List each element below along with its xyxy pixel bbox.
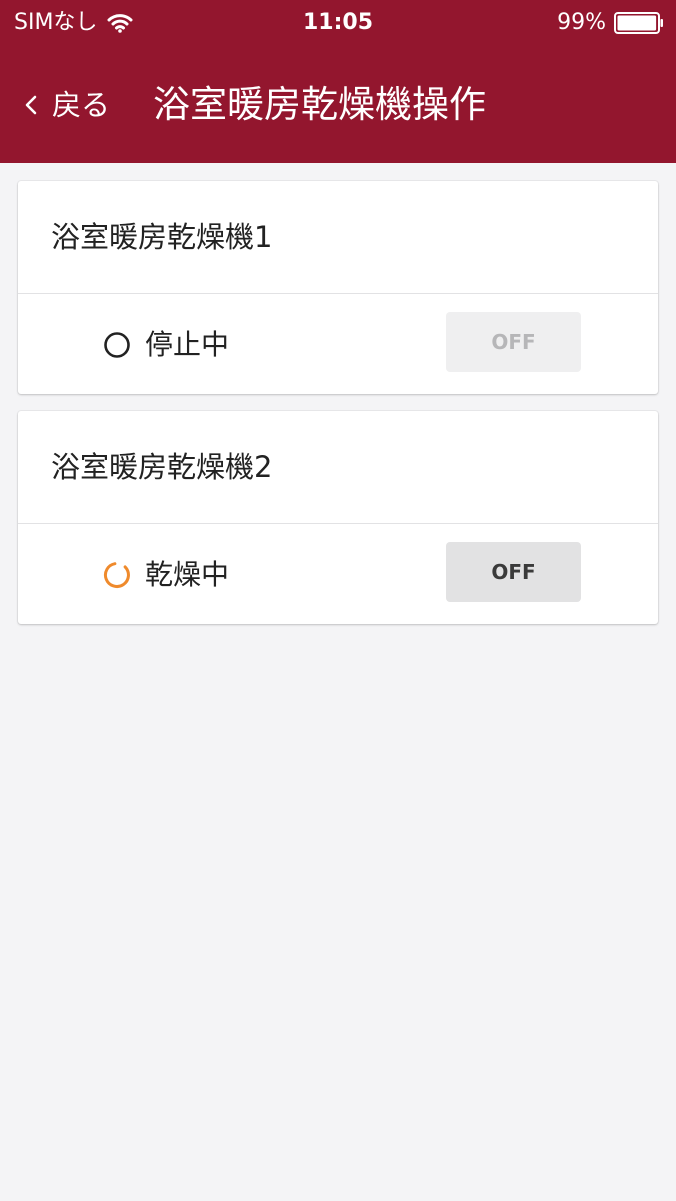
- spinner-icon: [103, 562, 130, 588]
- card-divider: [18, 293, 658, 294]
- chevron-left-icon: [25, 95, 37, 115]
- back-button[interactable]: 戻る: [24, 82, 110, 128]
- device-status: 乾燥中: [102, 555, 229, 595]
- off-button[interactable]: OFF: [446, 542, 581, 602]
- app-header: SIMなし 11:05 99% 戻る 浴室暖房乾燥機操作: [0, 0, 676, 163]
- device-status-label: 停止中: [145, 328, 230, 361]
- page-title: 浴室暖房乾燥機操作: [153, 83, 486, 126]
- circle-outline-icon: [104, 332, 130, 358]
- battery-icon: [614, 12, 663, 34]
- status-bar: SIMなし 11:05 99%: [0, 0, 676, 46]
- back-label: 戻る: [52, 88, 111, 122]
- battery-percent: 99%: [557, 10, 606, 35]
- off-button[interactable]: OFF: [446, 312, 581, 372]
- device-card-1: 浴室暖房乾燥機1 停止中 OFF: [18, 181, 658, 394]
- card-divider: [18, 523, 658, 524]
- device-status-label: 乾燥中: [145, 558, 230, 591]
- device-card-2: 浴室暖房乾燥機2 乾燥中 OFF: [18, 411, 658, 624]
- device-name: 浴室暖房乾燥機2: [51, 450, 273, 484]
- battery-indicator: 99%: [557, 9, 664, 37]
- navigation-bar: 戻る 浴室暖房乾燥機操作: [0, 62, 676, 150]
- device-name: 浴室暖房乾燥機1: [51, 220, 273, 254]
- device-status: 停止中: [102, 325, 229, 365]
